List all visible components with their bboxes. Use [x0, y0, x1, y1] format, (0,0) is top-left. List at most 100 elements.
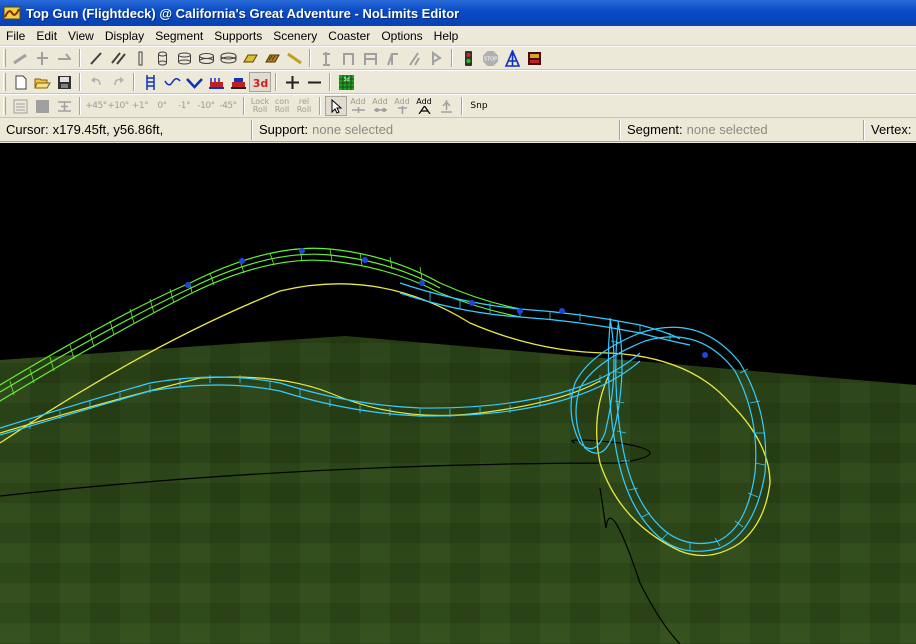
add-free-node-icon	[418, 106, 430, 114]
toolbar-grip[interactable]	[3, 73, 6, 91]
cursor-label: Cursor:	[6, 122, 49, 137]
lift-button[interactable]	[261, 48, 283, 68]
track-node[interactable]	[517, 308, 523, 314]
fill-button[interactable]	[31, 96, 53, 116]
train-button[interactable]	[523, 48, 545, 68]
draw-track-double-button[interactable]	[107, 48, 129, 68]
view-scenery-button[interactable]	[205, 72, 227, 92]
menu-options[interactable]: Options	[375, 29, 427, 43]
train-icon	[527, 51, 541, 65]
svg-text:3d: 3d	[252, 77, 268, 90]
grid-3d-button[interactable]: 3d	[335, 72, 357, 92]
track-node[interactable]	[239, 258, 245, 264]
con-roll-button[interactable]: con Roll	[271, 96, 293, 116]
roll-plus-45-button[interactable]: +45°	[85, 96, 107, 116]
menu-edit[interactable]: Edit	[30, 29, 62, 43]
track-node[interactable]	[419, 280, 425, 286]
menu-scenery[interactable]: Scenery	[267, 29, 322, 43]
barrel-4-button[interactable]	[217, 48, 239, 68]
barrel-1-button[interactable]	[151, 48, 173, 68]
add-support-button[interactable]: Add	[391, 96, 413, 116]
zoom-out-button[interactable]	[303, 72, 325, 92]
add-segment-button[interactable]: Add	[369, 96, 391, 116]
toolbar-separator	[79, 49, 81, 67]
track-node[interactable]	[362, 257, 368, 263]
split-segment-button[interactable]	[31, 48, 53, 68]
support-icon	[431, 50, 442, 65]
view-side-button[interactable]	[161, 72, 183, 92]
roll-plus-10-button[interactable]: +10°	[107, 96, 129, 116]
zoom-in-button[interactable]	[281, 72, 303, 92]
cylinder-icon	[198, 52, 214, 64]
add-free-node-label: Add	[416, 97, 432, 106]
view-track-button[interactable]	[139, 72, 161, 92]
level-button[interactable]	[53, 96, 75, 116]
menu-file[interactable]: File	[0, 29, 30, 43]
add-vertex-button[interactable]: Add	[347, 96, 369, 116]
snap-button[interactable]: Snp	[467, 97, 491, 115]
station-button[interactable]	[239, 48, 261, 68]
select-tool-button[interactable]	[325, 96, 347, 116]
support-tool-2-button[interactable]	[337, 48, 359, 68]
rel-roll-button[interactable]: rel Roll	[293, 96, 315, 116]
support-tool-5-button[interactable]	[403, 48, 425, 68]
roll-zero-button[interactable]: 0°	[151, 96, 173, 116]
support-icon	[363, 52, 377, 65]
support-tool-6-button[interactable]	[425, 48, 447, 68]
undo-button[interactable]	[85, 72, 107, 92]
menu-view[interactable]: View	[62, 29, 99, 43]
scene-canvas[interactable]	[0, 143, 916, 644]
support-tool-3-button[interactable]	[359, 48, 381, 68]
track-node[interactable]	[559, 308, 565, 314]
toolbar-track-tools: STOP	[0, 46, 916, 70]
join-segment-button[interactable]	[53, 48, 75, 68]
plus-icon	[285, 75, 299, 89]
add-support-label: Add	[394, 97, 410, 106]
view-profile-button[interactable]	[183, 72, 205, 92]
menu-segment[interactable]: Segment	[149, 29, 208, 43]
lock-roll-button[interactable]: Lock Roll	[249, 96, 271, 116]
traffic-light-icon	[464, 50, 472, 66]
barrel-3-button[interactable]	[195, 48, 217, 68]
select-segment-button[interactable]	[9, 48, 31, 68]
track-node[interactable]	[299, 248, 305, 254]
roll-plus-1-button[interactable]: +1°	[129, 96, 151, 116]
roll-minus-10-button[interactable]: -10°	[195, 96, 217, 116]
track-node[interactable]	[185, 282, 191, 288]
toolbar-grip[interactable]	[3, 49, 6, 67]
new-file-button[interactable]	[9, 72, 31, 92]
toolbar-separator	[243, 97, 245, 115]
stop-button[interactable]: STOP	[479, 48, 501, 68]
menu-display[interactable]: Display	[99, 29, 149, 43]
support-tool-4-button[interactable]	[381, 48, 403, 68]
straight-track-button[interactable]	[129, 48, 151, 68]
segment-value: none selected	[686, 122, 768, 137]
draw-track-button[interactable]	[85, 48, 107, 68]
barrel-2-button[interactable]	[173, 48, 195, 68]
support-tool-1-button[interactable]	[315, 48, 337, 68]
menu-supports[interactable]: Supports	[208, 29, 267, 43]
toolbar-separator	[275, 73, 277, 91]
menu-coaster[interactable]: Coaster	[322, 29, 375, 43]
test-run-button[interactable]	[457, 48, 479, 68]
track-node[interactable]	[469, 300, 475, 306]
toolbar-grip[interactable]	[3, 97, 6, 115]
track-node[interactable]	[702, 352, 708, 358]
redo-button[interactable]	[107, 72, 129, 92]
toolbar-separator	[79, 97, 81, 115]
grey-square-icon	[35, 99, 49, 113]
properties-button[interactable]	[9, 96, 31, 116]
save-file-button[interactable]	[53, 72, 75, 92]
add-free-node-button[interactable]: Add	[413, 96, 435, 116]
brake-button[interactable]	[283, 48, 305, 68]
supports-view-button[interactable]	[501, 48, 523, 68]
view-coaster-button[interactable]	[227, 72, 249, 92]
roll-minus-1-button[interactable]: -1°	[173, 96, 195, 116]
view-3d-button[interactable]: 3d	[249, 72, 271, 92]
open-file-button[interactable]	[31, 72, 53, 92]
roll-minus-45-button[interactable]: -45°	[217, 96, 239, 116]
add-footer-button[interactable]	[435, 96, 457, 116]
stop-icon: STOP	[482, 50, 498, 66]
3d-viewport[interactable]	[0, 143, 916, 644]
menu-help[interactable]: Help	[428, 29, 464, 43]
